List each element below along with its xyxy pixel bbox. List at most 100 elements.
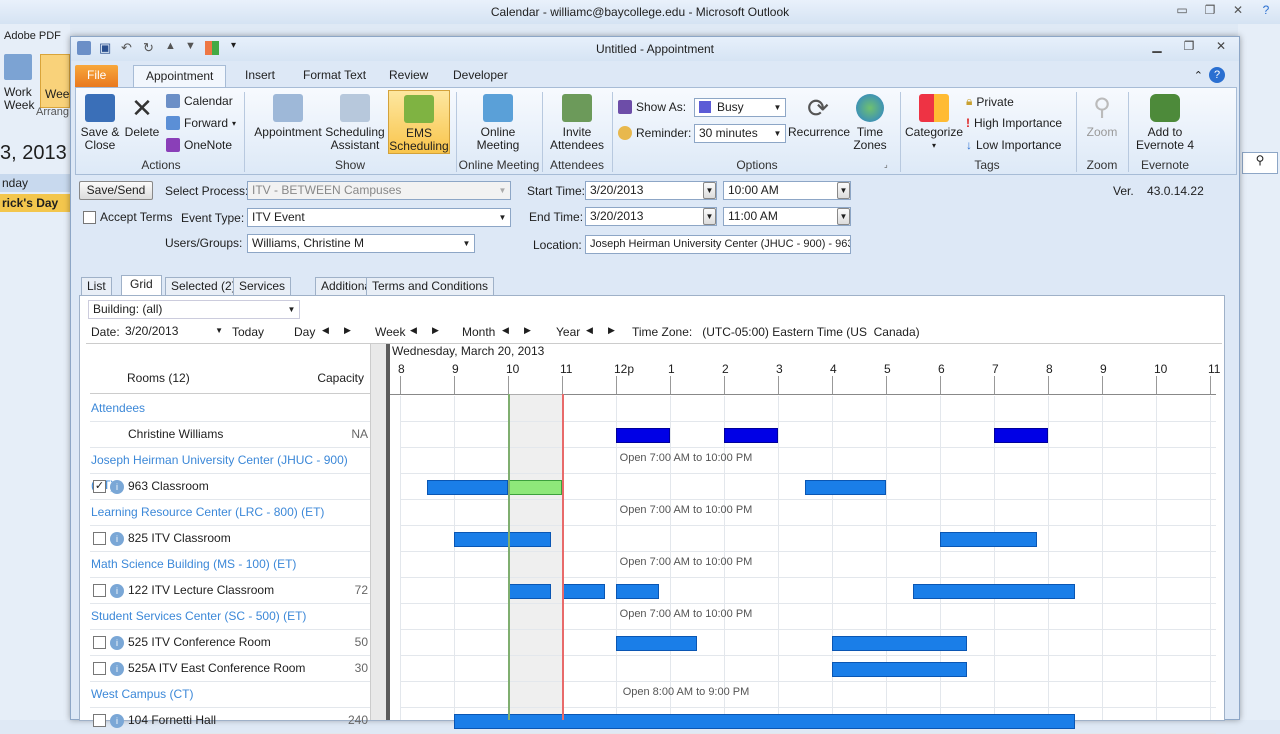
room-select-checkbox[interactable] <box>93 714 106 727</box>
tab-appointment[interactable]: Appointment <box>133 65 227 87</box>
info-icon[interactable]: i <box>110 662 124 676</box>
booking-bar[interactable] <box>616 428 670 443</box>
online-meeting-button[interactable]: Online Meeting <box>462 94 534 152</box>
event-type-select[interactable]: ITV Event ▼ <box>247 208 511 227</box>
week-prev-icon[interactable]: ◀ <box>410 325 417 336</box>
tab-terms-and-conditions[interactable]: Terms and Conditions <box>366 277 495 296</box>
tab-grid[interactable]: Grid <box>121 275 162 296</box>
restore-icon[interactable]: ❐ <box>1175 39 1203 55</box>
end-date-field[interactable]: 3/20/2013 <box>585 207 717 226</box>
minimize-icon[interactable]: ▁ <box>1143 39 1171 55</box>
start-date-field[interactable]: 3/20/2013 <box>585 181 717 200</box>
week-next-icon[interactable]: ▶ <box>432 325 439 336</box>
work-week-icon[interactable] <box>4 54 32 80</box>
ems-scheduling-button[interactable]: EMS Scheduling <box>388 90 450 154</box>
tab-selected[interactable]: Selected (2) <box>165 277 242 296</box>
building-row[interactable]: West Campus (CT) <box>90 682 370 708</box>
add-to-evernote-button[interactable]: Add to Evernote 4 <box>1132 94 1198 152</box>
tab-format-text[interactable]: Format Text <box>291 65 378 87</box>
select-process-select[interactable]: ITV - BETWEEN Campuses ▼ <box>247 181 511 200</box>
booking-bar[interactable] <box>508 584 552 599</box>
delete-button[interactable]: ✕ Delete <box>122 94 162 139</box>
room-row[interactable]: 825 ITV Classroom i <box>90 526 370 552</box>
year-prev-icon[interactable]: ◀ <box>586 325 593 336</box>
booking-bar[interactable] <box>616 584 660 599</box>
building-row[interactable]: Attendees <box>90 396 370 422</box>
booking-bar[interactable] <box>994 428 1048 443</box>
room-row[interactable]: 525 ITV Conference Room 50 i <box>90 630 370 656</box>
room-row[interactable]: 963 Classroom ✓ i <box>90 474 370 500</box>
tab-insert[interactable]: Insert <box>233 65 287 87</box>
private-button[interactable]: 🔒︎ Private <box>966 94 1014 109</box>
recurrence-button[interactable]: ⟳ Recurrence <box>788 94 850 139</box>
info-icon[interactable]: i <box>110 584 124 598</box>
appointment-button[interactable]: Appointment <box>248 94 328 139</box>
onenote-button[interactable]: OneNote <box>166 138 232 152</box>
save-send-button[interactable]: Save/Send <box>79 181 153 200</box>
info-icon[interactable]: i <box>110 714 124 728</box>
booking-bar[interactable] <box>454 714 1075 729</box>
today-button[interactable]: Today <box>232 325 264 339</box>
day-prev-icon[interactable]: ◀ <box>322 325 329 336</box>
info-icon[interactable]: i <box>110 532 124 546</box>
scheduling-assistant-button[interactable]: Scheduling Assistant <box>324 94 386 152</box>
tab-list[interactable]: List <box>81 277 112 296</box>
st-patricks-day-event[interactable]: rick's Day <box>0 194 70 212</box>
booking-bar[interactable] <box>940 532 1038 547</box>
booking-bar[interactable] <box>832 636 967 651</box>
help-icon[interactable]: ? <box>1209 67 1225 83</box>
room-row[interactable]: 104 Fornetti Hall 240 i <box>90 708 370 734</box>
low-importance-button[interactable]: ↓ Low Importance <box>966 138 1061 152</box>
splitter-bar[interactable] <box>386 344 390 720</box>
info-icon[interactable]: i <box>110 480 124 494</box>
start-date-dropdown[interactable]: ▼ <box>703 182 716 199</box>
booking-bar[interactable] <box>427 480 508 495</box>
accept-terms-checkbox[interactable] <box>83 211 96 224</box>
categorize-button[interactable]: Categorize ▾ <box>904 94 964 152</box>
start-time-field[interactable]: 10:00 AM <box>723 181 851 200</box>
work-week-label[interactable]: Work Week <box>4 86 34 112</box>
room-select-checkbox[interactable] <box>93 662 106 675</box>
room-row[interactable]: 525A ITV East Conference Room 30 i <box>90 656 370 682</box>
month-prev-icon[interactable]: ◀ <box>502 325 509 336</box>
calendar-button[interactable]: Calendar <box>166 94 233 108</box>
room-select-checkbox[interactable]: ✓ <box>93 480 106 493</box>
minimize-ribbon-icon[interactable]: ⌃ <box>1194 69 1203 82</box>
month-next-icon[interactable]: ▶ <box>524 325 531 336</box>
info-icon[interactable]: i <box>110 636 124 650</box>
room-row[interactable]: 122 ITV Lecture Classroom 72 i <box>90 578 370 604</box>
adobe-pdf-tab[interactable]: Adobe PDF <box>4 30 61 42</box>
date-picker[interactable]: 3/20/2013 ▼ <box>122 323 226 341</box>
save-close-button[interactable]: Save & Close <box>78 94 122 152</box>
invite-attendees-button[interactable]: Invite Attendees <box>546 94 608 152</box>
close-icon[interactable]: ✕ <box>1224 0 1252 22</box>
booking-bar[interactable] <box>562 584 606 599</box>
start-time-dropdown[interactable]: ▼ <box>837 182 850 199</box>
selected-booking[interactable] <box>508 480 562 495</box>
close-icon[interactable]: ✕ <box>1207 39 1235 55</box>
week-button[interactable]: Wee <box>40 54 70 108</box>
booking-bar[interactable] <box>724 428 778 443</box>
end-time-dropdown[interactable]: ▼ <box>837 208 850 225</box>
room-select-checkbox[interactable] <box>93 584 106 597</box>
booking-bar[interactable] <box>616 636 697 651</box>
booking-bar[interactable] <box>805 480 886 495</box>
building-row[interactable]: Learning Resource Center (LRC - 800) (ET… <box>90 500 370 526</box>
reminder-select[interactable]: 30 minutes ▼ <box>694 124 786 143</box>
zoom-button[interactable]: ⚲ Zoom <box>1080 94 1124 139</box>
building-filter-select[interactable]: Building: (all) ▼ <box>88 300 300 319</box>
tab-review[interactable]: Review <box>377 65 440 87</box>
tab-services[interactable]: Services <box>233 277 292 296</box>
show-as-select[interactable]: Busy ▼ <box>694 98 786 117</box>
booking-bar[interactable] <box>454 532 552 547</box>
tab-developer[interactable]: Developer <box>441 65 520 87</box>
tab-file[interactable]: File <box>75 65 119 87</box>
year-next-icon[interactable]: ▶ <box>608 325 615 336</box>
room-row[interactable]: Christine Williams NA <box>90 422 370 448</box>
outer-search-icon[interactable]: ⚲ <box>1242 152 1278 174</box>
minimize-icon[interactable]: ▭ <box>1168 0 1196 22</box>
end-date-dropdown[interactable]: ▼ <box>703 208 716 225</box>
maximize-icon[interactable]: ❐ <box>1196 0 1224 22</box>
room-select-checkbox[interactable] <box>93 636 106 649</box>
building-row[interactable]: Joseph Heirman University Center (JHUC -… <box>90 448 370 492</box>
